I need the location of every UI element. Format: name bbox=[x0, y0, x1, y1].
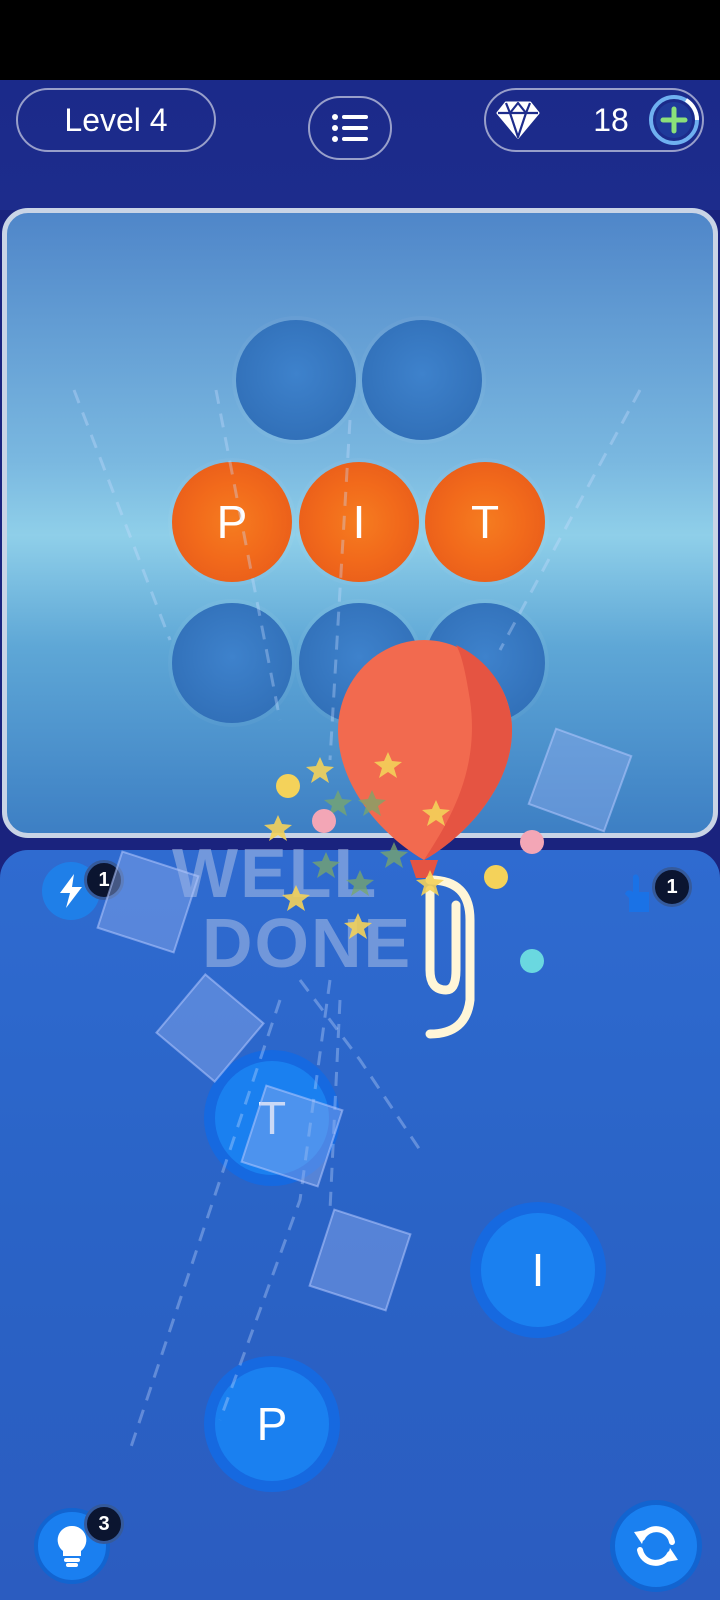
list-menu-icon bbox=[332, 114, 368, 142]
level-indicator[interactable]: Level 4 bbox=[16, 88, 216, 152]
well-done-line1: WELL bbox=[172, 834, 379, 912]
empty-cell bbox=[299, 603, 419, 723]
letter-button-p[interactable]: P bbox=[204, 1356, 340, 1492]
hint-count-badge: 3 bbox=[84, 1504, 124, 1544]
well-done-line2: DONE bbox=[202, 904, 413, 982]
refresh-icon bbox=[634, 1526, 678, 1566]
menu-button[interactable] bbox=[308, 96, 392, 160]
letter-button-i-label: I bbox=[481, 1213, 595, 1327]
shuffle-button[interactable] bbox=[610, 1500, 702, 1592]
lightning-icon bbox=[60, 874, 82, 908]
letter-button-t[interactable]: T bbox=[204, 1050, 340, 1186]
gem-counter: 18 bbox=[484, 88, 704, 152]
level-label: Level 4 bbox=[64, 101, 168, 138]
well-done-banner: WELL DONE bbox=[172, 838, 432, 978]
finger-count-badge: 1 bbox=[652, 867, 692, 907]
empty-cell bbox=[425, 603, 545, 723]
diamond-icon bbox=[496, 101, 540, 139]
letter-button-t-label: T bbox=[215, 1061, 329, 1175]
add-gems-button[interactable] bbox=[646, 92, 702, 148]
finger-powerup-button[interactable] bbox=[618, 870, 658, 918]
filled-cell-p: P bbox=[172, 462, 292, 582]
bolt-count-badge: 1 bbox=[84, 860, 124, 900]
letter-button-i[interactable]: I bbox=[470, 1202, 606, 1338]
empty-cell bbox=[172, 603, 292, 723]
empty-cell bbox=[236, 320, 356, 440]
filled-cell-i: I bbox=[299, 462, 419, 582]
filled-cell-t: T bbox=[425, 462, 545, 582]
lightbulb-icon bbox=[57, 1525, 87, 1567]
letter-button-p-label: P bbox=[215, 1367, 329, 1481]
status-bar bbox=[0, 0, 720, 80]
gem-count: 18 bbox=[593, 102, 629, 138]
finger-tap-icon bbox=[625, 874, 649, 912]
empty-cell bbox=[362, 320, 482, 440]
puzzle-board: P I T bbox=[2, 208, 718, 838]
